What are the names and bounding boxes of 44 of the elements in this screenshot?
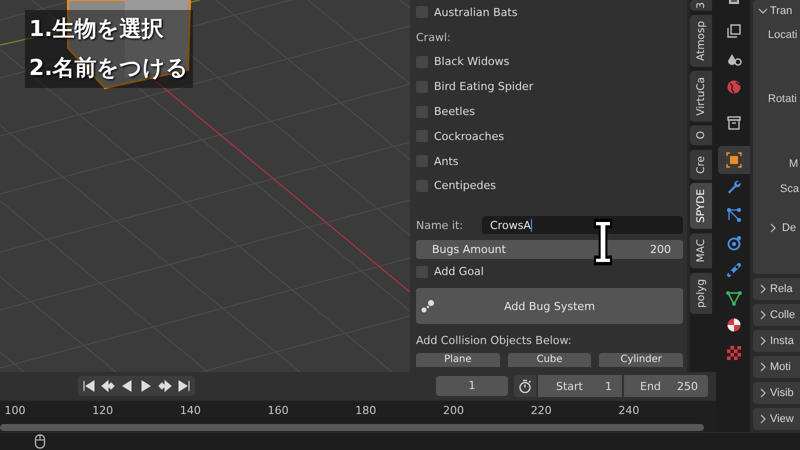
frame-number: 220 xyxy=(530,404,552,417)
frame-number: 160 xyxy=(268,404,289,417)
checkbox-label: Cockroaches xyxy=(434,130,504,143)
section-label: Crawl: xyxy=(416,30,451,44)
field-label: Name it: xyxy=(416,218,464,232)
panel-tab[interactable]: SPYDE xyxy=(690,183,712,230)
checkbox-label: Ants xyxy=(434,154,459,168)
panel-tab[interactable]: VirtuCa xyxy=(690,70,712,122)
panel-tab[interactable]: polyg xyxy=(690,272,712,314)
add-object-button[interactable]: Plane xyxy=(416,353,500,368)
checkbox-label: Black Widows xyxy=(434,55,510,68)
subsection-header[interactable]: De xyxy=(782,222,796,234)
checkbox-label: Bird Eating Spider xyxy=(434,80,534,94)
panel-tab[interactable]: O xyxy=(690,125,712,146)
checkbox-label: Beetles xyxy=(434,105,475,118)
checkbox-label: Add Goal xyxy=(434,265,484,278)
panel-tab[interactable]: Cre xyxy=(690,150,712,180)
start-frame-field[interactable]: Start 1 xyxy=(538,375,622,397)
name-field[interactable]: CrowsA xyxy=(482,216,683,234)
section-header[interactable]: Tran xyxy=(770,5,792,17)
add-object-button[interactable]: Cube xyxy=(508,353,592,368)
panel-tab[interactable]: MAC xyxy=(690,233,712,269)
checkbox-label: Centipedes xyxy=(434,179,496,192)
checkbox-label: Australian Bats xyxy=(434,6,518,19)
caption-text: 1.生物を選択 xyxy=(29,16,165,44)
panel-tab[interactable]: Atmosp xyxy=(690,14,712,67)
frame-number: 180 xyxy=(355,404,376,417)
caption-text: 2.名前をつける xyxy=(29,55,189,83)
property-label: Rotati xyxy=(768,93,797,105)
panel-tab[interactable]: 3 xyxy=(690,0,712,11)
bugs-amount-field[interactable]: Bugs Amount 200 xyxy=(416,240,683,260)
add-bug-system-button[interactable]: Add Bug System xyxy=(416,288,683,324)
frame-number: 100 xyxy=(4,404,26,417)
frame-number: 200 xyxy=(443,404,464,417)
frame-number: 140 xyxy=(180,404,201,417)
end-frame-field[interactable]: End 250 xyxy=(624,375,708,397)
property-label: Sca xyxy=(780,183,799,195)
current-frame-field[interactable]: 1 xyxy=(436,376,508,396)
section-label: Add Collision Objects Below: xyxy=(416,334,573,348)
property-label: Locati xyxy=(768,29,798,41)
frame-number: 120 xyxy=(92,404,114,417)
property-label: M xyxy=(789,158,798,170)
frame-number: 240 xyxy=(618,404,640,417)
add-object-button[interactable]: Cylinder xyxy=(599,353,684,368)
